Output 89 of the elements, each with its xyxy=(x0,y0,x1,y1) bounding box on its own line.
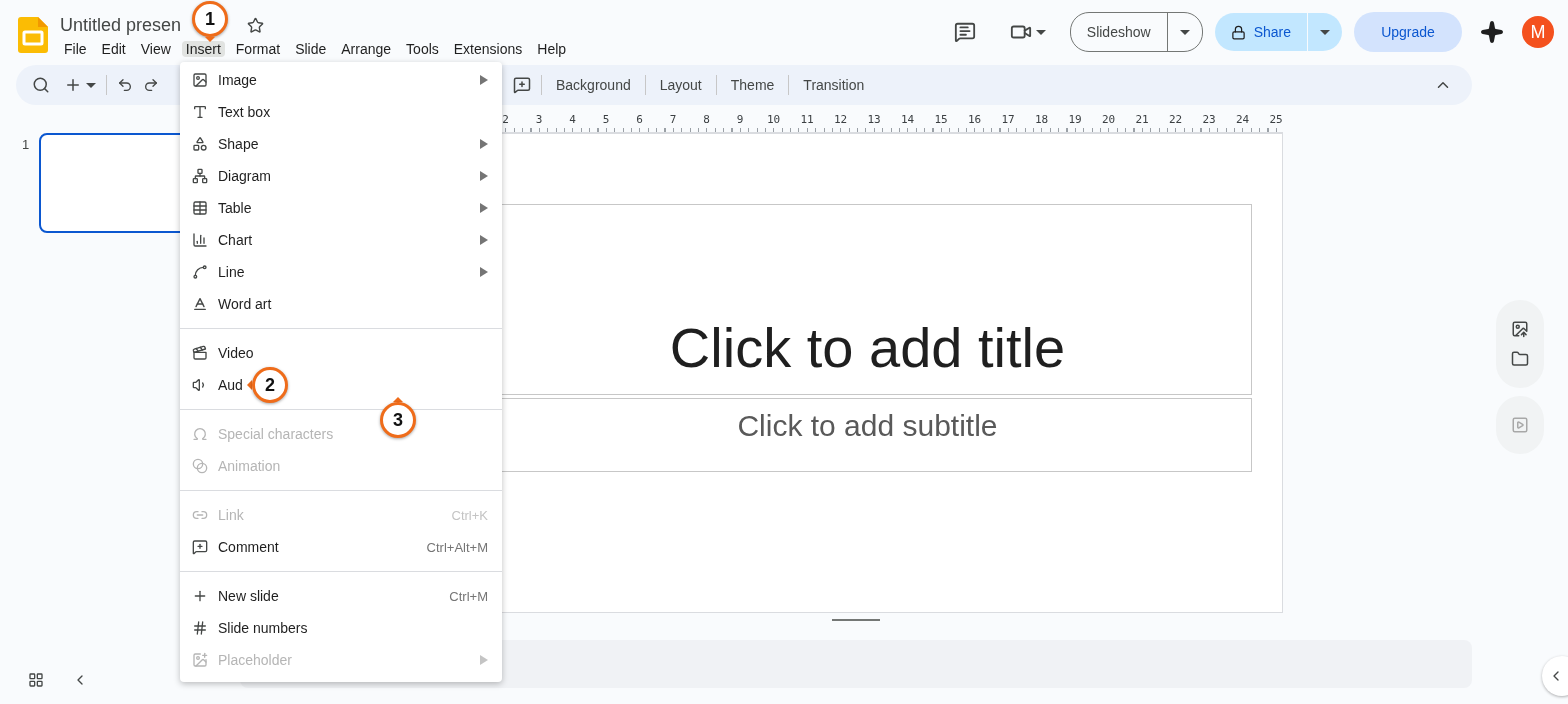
ruler-label: 11 xyxy=(799,113,815,128)
caret-icon xyxy=(1179,29,1190,35)
menu-option[interactable]: New slide xyxy=(218,588,279,604)
ruler-label: 25 xyxy=(1268,113,1284,128)
document-title[interactable]: Untitled presen xyxy=(60,15,182,36)
menu-item[interactable]: File xyxy=(60,41,91,57)
menu-item[interactable]: Edit xyxy=(97,41,130,57)
chart-icon xyxy=(192,232,208,248)
folder-icon[interactable] xyxy=(1511,350,1529,368)
ruler-label: 8 xyxy=(702,113,711,128)
menu-option[interactable]: Chart xyxy=(218,232,253,248)
ruler-label: 21 xyxy=(1134,113,1150,128)
hash-icon xyxy=(192,620,208,636)
comment-add-icon[interactable] xyxy=(513,76,531,94)
shortcut-text: Ctrl+Alt+M xyxy=(426,539,488,555)
plus-icon[interactable] xyxy=(64,76,82,94)
omega-icon xyxy=(192,426,208,442)
ruler-label: 22 xyxy=(1167,113,1184,128)
slide-number: 1 xyxy=(22,137,30,152)
shapes-icon xyxy=(192,136,208,152)
star-icon[interactable] xyxy=(247,17,265,34)
ruler-label: 17 xyxy=(1000,113,1016,128)
ruler-label: 12 xyxy=(832,113,849,128)
image-add-icon xyxy=(192,652,208,668)
toolbar-button[interactable]: Transition xyxy=(799,77,869,93)
menu-option[interactable]: Shape xyxy=(218,136,259,152)
plus-icon xyxy=(192,588,208,604)
menu-option[interactable]: Comment xyxy=(218,539,279,555)
ruler-label: 23 xyxy=(1201,113,1217,128)
menu-item[interactable]: Tools xyxy=(402,41,443,57)
clapperboard-icon xyxy=(192,345,208,361)
menu-item[interactable]: Insert xyxy=(181,41,225,57)
undo-icon[interactable] xyxy=(117,77,133,93)
menu-item[interactable]: Format xyxy=(231,41,285,57)
text-icon xyxy=(192,104,208,120)
menu-option[interactable]: Line xyxy=(218,264,245,280)
ruler-label: 13 xyxy=(866,113,882,128)
line-icon xyxy=(192,264,208,280)
ruler-label: 6 xyxy=(635,113,644,128)
ruler-label: 5 xyxy=(601,113,611,128)
menu-item[interactable]: Slide xyxy=(291,41,331,57)
menu-option[interactable]: Text box xyxy=(218,104,271,120)
circles-icon xyxy=(192,458,208,474)
diagram-icon xyxy=(192,168,208,184)
menu-item[interactable]: Extensions xyxy=(449,41,527,57)
menu-option[interactable]: Video xyxy=(218,345,254,361)
resize-handle[interactable] xyxy=(832,619,880,621)
toolbar-button[interactable]: Background xyxy=(552,77,635,93)
toolbar-button[interactable]: Theme xyxy=(726,77,779,93)
menu-option[interactable]: Diagram xyxy=(218,168,271,184)
menu-item[interactable]: Help xyxy=(533,41,571,57)
ruler-label: 19 xyxy=(1067,113,1083,128)
shortcut-text: Ctrl+M xyxy=(449,588,488,604)
menu-option[interactable]: Slide numbers xyxy=(218,620,308,636)
ruler-label: 4 xyxy=(568,113,577,128)
menu-option[interactable]: Image xyxy=(218,72,257,88)
ruler-label: 20 xyxy=(1100,113,1117,128)
ruler-label: 3 xyxy=(534,113,544,128)
menu-item[interactable]: Arrange xyxy=(337,41,396,57)
lock-icon xyxy=(1230,24,1246,40)
ruler-label: 2 xyxy=(501,113,510,128)
ruler-label: 10 xyxy=(765,113,782,128)
shortcut-text: Ctrl+K xyxy=(451,507,488,523)
caret-icon xyxy=(1035,29,1046,35)
menu-item[interactable]: View xyxy=(136,41,175,57)
upgrade-button[interactable]: Upgrade xyxy=(1354,12,1462,52)
caret-icon xyxy=(86,82,96,88)
ruler-label: 24 xyxy=(1234,113,1251,128)
caret-icon xyxy=(1320,29,1330,35)
toolbar-button[interactable]: Layout xyxy=(655,77,706,93)
ruler-label: 16 xyxy=(966,113,983,128)
comments-icon[interactable] xyxy=(953,21,976,43)
ruler-label: 14 xyxy=(899,113,916,128)
ruler-label: 15 xyxy=(933,113,949,128)
image-icon[interactable] xyxy=(1511,320,1529,338)
menu-option[interactable]: Table xyxy=(218,200,252,216)
search-icon[interactable] xyxy=(32,76,50,94)
menu-option[interactable]: Word art xyxy=(218,296,272,312)
sparkle-icon[interactable] xyxy=(1480,20,1504,44)
image-icon xyxy=(192,72,208,88)
ruler-label: 9 xyxy=(735,113,745,128)
menu-option[interactable]: Aud xyxy=(218,377,243,393)
ruler-label: 18 xyxy=(1033,113,1050,128)
comment-add-icon xyxy=(192,539,208,555)
ruler-label: 7 xyxy=(668,113,678,128)
redo-icon[interactable] xyxy=(143,77,159,93)
table-icon xyxy=(192,200,208,216)
word-art-icon xyxy=(192,296,208,312)
grid-view-icon[interactable] xyxy=(28,672,44,688)
